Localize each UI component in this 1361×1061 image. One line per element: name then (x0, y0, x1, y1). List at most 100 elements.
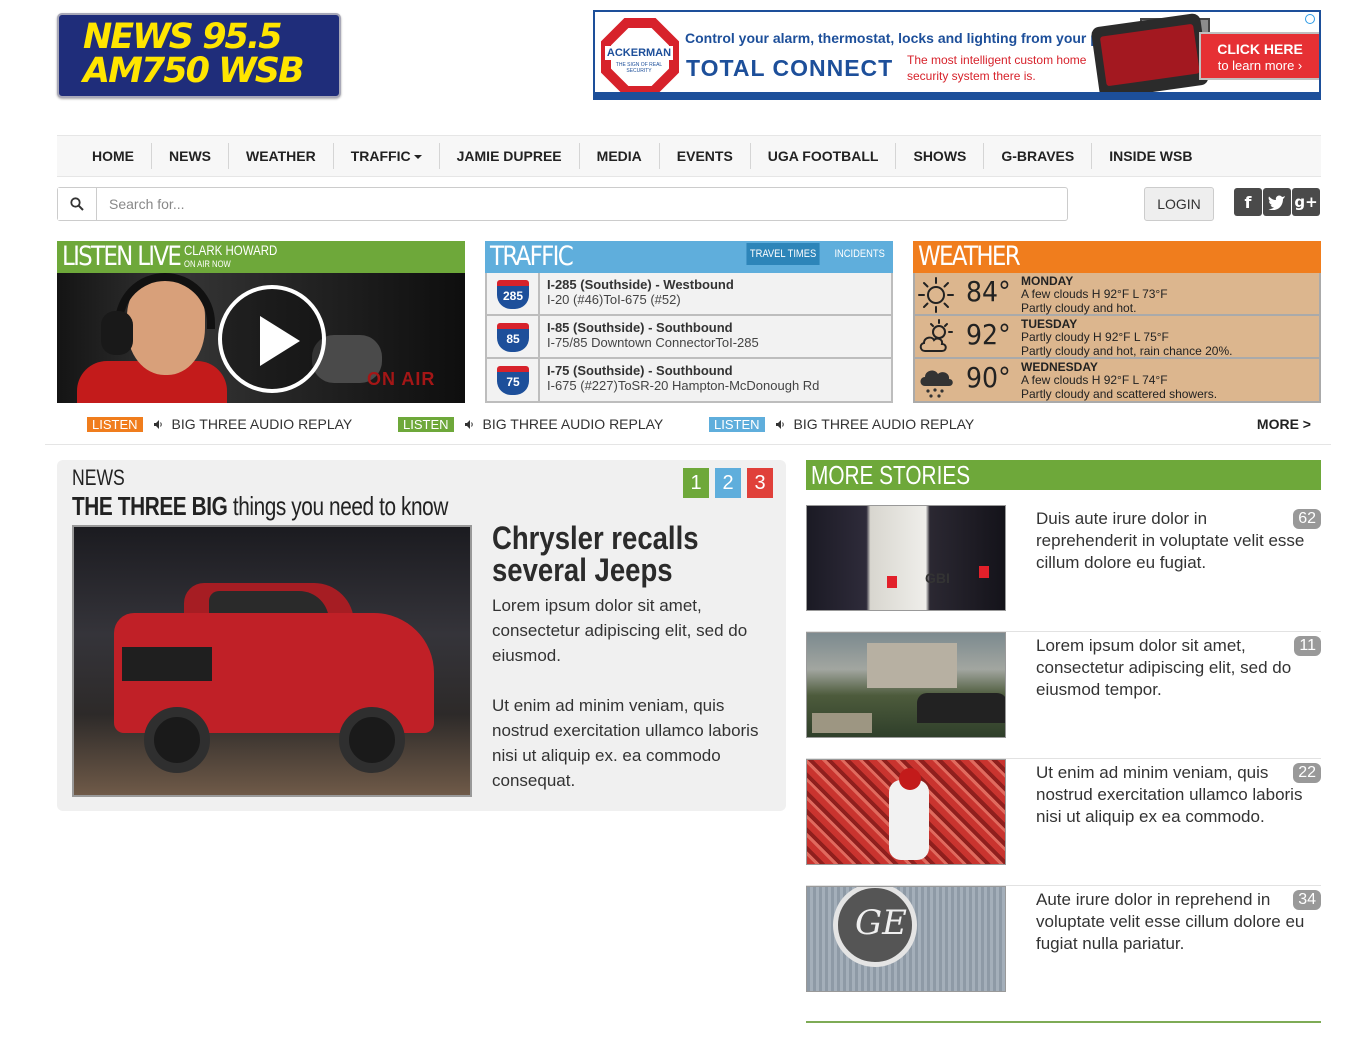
story-thumbnail[interactable]: GE (806, 886, 1006, 992)
search-icon (70, 197, 84, 211)
replay-text: BIG THREE AUDIO REPLAY (482, 416, 664, 432)
traffic-header: TRAFFIC TRAVEL TIMES INCIDENTS (485, 241, 893, 273)
twitter-icon[interactable] (1263, 188, 1291, 216)
play-button[interactable] (218, 285, 326, 393)
search-button[interactable] (58, 188, 97, 220)
page-button-1[interactable]: 1 (683, 468, 709, 498)
section-subtitle: THE THREE BIG things you need to know (72, 491, 448, 522)
forecast-temp: 90° (966, 361, 1011, 394)
traffic-tabs: TRAVEL TIMES INCIDENTS (740, 243, 893, 265)
facebook-icon[interactable]: f (1234, 188, 1262, 216)
ad-bottom-bar (595, 92, 1319, 98)
replay-text: BIG THREE AUDIO REPLAY (793, 416, 975, 432)
nav-home[interactable]: HOME (75, 143, 151, 169)
speaker-icon (464, 419, 473, 429)
listen-live-panel: LISTEN LIVE CLARK HOWARD ON AIR NOW ON A… (57, 241, 465, 403)
nav-g-braves[interactable]: G-BRAVES (983, 143, 1091, 169)
comment-count: 11 (1294, 636, 1321, 656)
nav-uga-football[interactable]: UGA FOOTBALL (749, 143, 896, 169)
traffic-panel: TRAFFIC TRAVEL TIMES INCIDENTS 285 I-285… (485, 241, 893, 403)
shield-number: 285 (497, 286, 529, 309)
google-plus-icon[interactable]: g+ (1292, 188, 1320, 216)
interstate-shield-icon: 285 (497, 280, 529, 309)
news-headline[interactable]: Chrysler recalls several Jeeps (492, 522, 733, 586)
traffic-row[interactable]: 285 I-285 (Southside) - Westbound I-20 (… (487, 273, 891, 316)
forecast-temp: 84° (966, 275, 1011, 308)
audio-replay-link[interactable]: LISTEN BIG THREE AUDIO REPLAY (709, 416, 974, 432)
ad-product: TOTAL CONNECT (686, 55, 894, 81)
ad-headline: Control your alarm, thermostat, locks an… (685, 30, 1133, 46)
main-nav: HOME NEWS WEATHER TRAFFIC JAMIE DUPREE M… (57, 135, 1321, 177)
audio-replay-bar: LISTEN BIG THREE AUDIO REPLAY LISTEN BIG… (57, 412, 1321, 436)
more-replays-link[interactable]: MORE > (1257, 416, 1311, 432)
forecast-temp: 92° (966, 318, 1011, 351)
traffic-list: 285 I-285 (Southside) - Westbound I-20 (… (485, 273, 893, 403)
tab-incidents[interactable]: INCIDENTS (831, 243, 888, 265)
traffic-detail: I-75/85 Downtown ConnectorToI-285 (547, 335, 759, 350)
forecast-row[interactable]: 90° WEDNESDAY A few clouds H 92°F L 74°F… (915, 359, 1319, 401)
audio-replay-link[interactable]: LISTEN BIG THREE AUDIO REPLAY (87, 416, 352, 432)
ad-banner[interactable]: ACKERMAN THE SIGN OF REAL SECURITY Contr… (593, 10, 1321, 100)
nav-traffic-label: TRAFFIC (350, 148, 411, 164)
weather-forecast: 84° MONDAY A few clouds H 92°F L 73°F Pa… (913, 273, 1321, 403)
play-icon (260, 316, 300, 366)
subtitle-rest: things you need to know (232, 491, 449, 521)
nav-events[interactable]: EVENTS (658, 143, 750, 169)
page-button-2[interactable]: 2 (715, 468, 741, 498)
ad-cta-line-1: CLICK HERE (1217, 41, 1303, 57)
forecast-desc: Partly cloudy and hot. (1021, 301, 1137, 315)
replay-text: BIG THREE AUDIO REPLAY (171, 416, 353, 432)
nav-weather[interactable]: WEATHER (228, 143, 333, 169)
ad-phone-image (1090, 12, 1210, 98)
traffic-row[interactable]: 75 I-75 (Southside) - Southbound I-675 (… (487, 359, 891, 401)
story-thumbnail[interactable] (806, 759, 1006, 865)
logo-line-2: AM750 WSB (83, 51, 305, 91)
listen-badge: LISTEN (87, 416, 143, 432)
traffic-detail: I-675 (#227)ToSR-20 Hampton-McDonough Rd (547, 378, 820, 393)
traffic-row[interactable]: 85 I-85 (Southside) - Southbound I-75/85… (487, 316, 891, 359)
story-blurb: Duis aute irure dolor in reprehenderit i… (1036, 509, 1305, 572)
section-label: NEWS (72, 465, 125, 490)
jeep-photo[interactable] (72, 525, 472, 797)
weather-panel: WEATHER 84° MONDAY A few clouds H 92°F L… (913, 241, 1321, 403)
login-button[interactable]: LOGIN (1144, 187, 1214, 221)
weather-title: WEATHER (918, 241, 1021, 272)
site-logo[interactable]: NEWS 95.5 AM750 WSB (57, 13, 341, 98)
story-thumbnail[interactable]: GBI (806, 505, 1006, 611)
forecast-row[interactable]: 84° MONDAY A few clouds H 92°F L 73°F Pa… (915, 273, 1319, 316)
caret-down-icon (413, 155, 422, 160)
comment-count: 62 (1293, 509, 1321, 529)
story-text[interactable]: 11 Lorem ipsum dolor sit amet, consectetu… (1036, 635, 1321, 701)
story-text[interactable]: 34 Aute irure dolor in reprehend in volup… (1036, 889, 1321, 955)
tab-travel-times[interactable]: TRAVEL TIMES (746, 243, 820, 265)
search-input[interactable] (97, 188, 1067, 220)
nav-media[interactable]: MEDIA (578, 143, 659, 169)
ad-choices-icon[interactable] (1305, 14, 1315, 24)
listen-badge: LISTEN (709, 416, 765, 432)
story-pager: 1 2 3 (677, 468, 773, 498)
nav-jamie-dupree[interactable]: JAMIE DUPREE (438, 143, 579, 169)
forecast-row[interactable]: 92° TUESDAY Partly cloudy H 92°F L 75°F … (915, 316, 1319, 359)
story-blurb: Ut enim ad minim veniam, quis nostrud ex… (1036, 763, 1303, 826)
partly-cloudy-icon (919, 319, 953, 352)
ad-cta-button[interactable]: CLICK HERE to learn more › (1199, 32, 1319, 80)
listen-live-header: LISTEN LIVE CLARK HOWARD ON AIR NOW (57, 241, 465, 273)
rain-cloud-icon (920, 370, 953, 398)
nav-shows[interactable]: SHOWS (895, 143, 983, 169)
story-thumbnail[interactable] (806, 632, 1006, 738)
story-text[interactable]: 62 Duis aute irure dolor in reprehenderit… (1036, 508, 1321, 574)
forecast-desc: Partly cloudy and scattered showers. (1021, 387, 1218, 401)
forecast-day: WEDNESDAY (1021, 360, 1098, 374)
forecast-hilo: A few clouds H 92°F L 73°F (1021, 287, 1168, 301)
nav-news[interactable]: NEWS (151, 143, 228, 169)
on-air-status: ON AIR NOW (184, 259, 231, 269)
ad-brand-sub: THE SIGN OF REAL SECURITY (615, 62, 663, 74)
nav-inside-wsb[interactable]: INSIDE WSB (1091, 143, 1209, 169)
forecast-day: MONDAY (1021, 274, 1074, 288)
page-button-3[interactable]: 3 (747, 468, 773, 498)
nav-traffic[interactable]: TRAFFIC (332, 143, 439, 169)
traffic-detail: I-20 (#46)ToI-675 (#52) (547, 292, 681, 307)
three-big-news-panel: NEWS THE THREE BIG things you need to kn… (57, 460, 786, 811)
story-text[interactable]: 22 Ut enim ad minim veniam, quis nostrud … (1036, 762, 1321, 828)
audio-replay-link[interactable]: LISTEN BIG THREE AUDIO REPLAY (398, 416, 663, 432)
